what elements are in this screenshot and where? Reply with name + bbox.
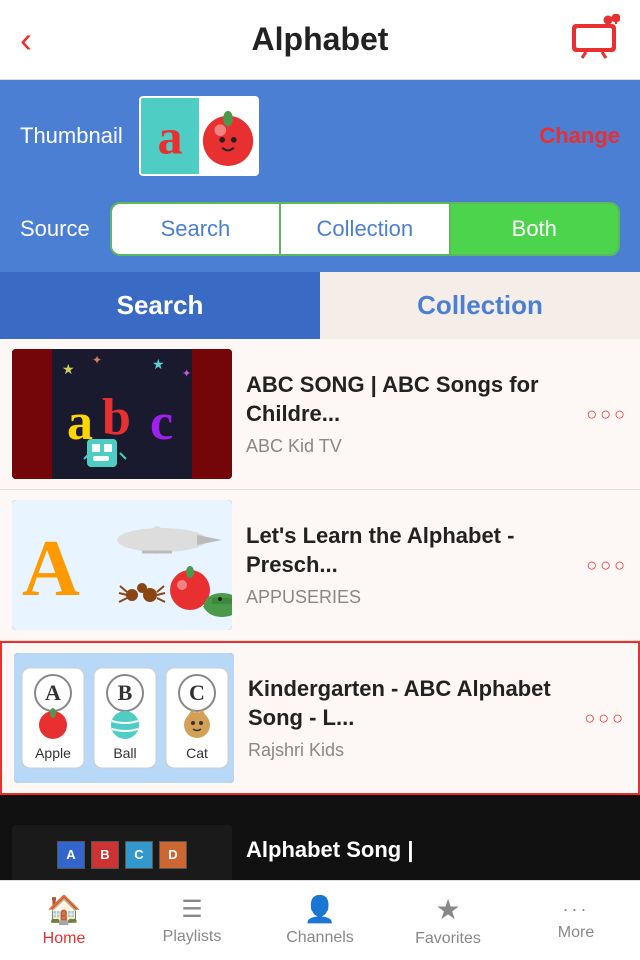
video-info-3: Kindergarten - ABC Alphabet Song - L... …	[248, 675, 570, 761]
video-channel-3: Rajshri Kids	[248, 740, 570, 761]
video-title-2: Let's Learn the Alphabet - Presch...	[246, 522, 572, 579]
svg-text:★: ★	[62, 361, 75, 377]
svg-text:a: a	[157, 108, 182, 164]
video-more-1[interactable]: ○○○	[586, 404, 628, 425]
nav-favorites[interactable]: ★ Favorites	[384, 885, 512, 956]
nav-home-label: Home	[43, 930, 86, 948]
tab-search[interactable]: Search	[0, 272, 320, 339]
svg-text:Apple: Apple	[35, 745, 71, 761]
change-button[interactable]: Change	[539, 123, 620, 149]
source-section: Source Search Collection Both	[0, 192, 640, 272]
video-info-4: Alphabet Song |	[246, 836, 628, 873]
table-row: ★ ✦ ★ ✦ a b c ABC SONG | ABC Songs for C…	[0, 339, 640, 490]
favorites-icon: ★	[435, 893, 460, 926]
nav-home[interactable]: 🏠 Home	[0, 885, 128, 956]
svg-text:Ball: Ball	[113, 745, 136, 761]
home-icon: 🏠	[47, 893, 82, 926]
nav-more-label: More	[558, 924, 594, 942]
source-search-button[interactable]: Search	[112, 204, 281, 254]
thumbnail-section: Thumbnail a Change	[0, 80, 640, 192]
nav-channels[interactable]: 👤 Channels	[256, 886, 384, 955]
nav-playlists[interactable]: ☰ Playlists	[128, 887, 256, 954]
source-collection-button[interactable]: Collection	[281, 204, 450, 254]
video-channel-2: APPUSERIES	[246, 587, 572, 608]
video-thumbnail-3: A Apple B Ball C Cat	[14, 653, 234, 783]
nav-channels-label: Channels	[286, 929, 354, 947]
header: ‹ Alphabet	[0, 0, 640, 80]
more-icon: ···	[563, 899, 590, 920]
source-buttons: Search Collection Both	[110, 202, 620, 256]
video-info-2: Let's Learn the Alphabet - Presch... APP…	[246, 522, 572, 608]
tv-icon[interactable]	[568, 14, 620, 65]
bottom-nav: 🏠 Home ☰ Playlists 👤 Channels ★ Favorite…	[0, 880, 640, 960]
thumbnail-label: Thumbnail	[20, 123, 123, 149]
table-row: A Apple B Ball C Cat	[0, 641, 640, 795]
tabs-section: Search Collection	[0, 272, 640, 339]
nav-playlists-label: Playlists	[163, 928, 222, 946]
page-title: Alphabet	[252, 21, 389, 58]
video-thumbnail-2: A	[12, 500, 232, 630]
video-channel-1: ABC Kid TV	[246, 436, 572, 457]
video-thumbnail-1: ★ ✦ ★ ✦ a b c	[12, 349, 232, 479]
source-label: Source	[20, 216, 90, 242]
svg-text:C: C	[189, 680, 205, 705]
tab-collection[interactable]: Collection	[320, 272, 640, 339]
svg-text:✦: ✦	[182, 368, 191, 380]
svg-text:★: ★	[152, 356, 165, 372]
svg-text:A: A	[45, 680, 61, 705]
svg-text:Cat: Cat	[186, 745, 208, 761]
svg-text:A: A	[22, 525, 80, 613]
thumbnail-image: a	[139, 96, 259, 176]
nav-favorites-label: Favorites	[415, 930, 481, 948]
video-title-4: Alphabet Song |	[246, 836, 628, 865]
playlists-icon: ☰	[181, 895, 203, 924]
video-thumbnail-4: A B C D	[12, 825, 232, 885]
video-list: ★ ✦ ★ ✦ a b c ABC SONG | ABC Songs for C…	[0, 339, 640, 915]
channels-icon: 👤	[304, 894, 336, 925]
back-button[interactable]: ‹	[20, 19, 32, 61]
video-info-1: ABC SONG | ABC Songs for Childre... ABC …	[246, 371, 572, 457]
video-more-3[interactable]: ○○○	[584, 708, 626, 729]
svg-text:B: B	[118, 680, 133, 705]
svg-text:✦: ✦	[92, 353, 102, 367]
source-both-button[interactable]: Both	[451, 204, 618, 254]
video-title-3: Kindergarten - ABC Alphabet Song - L...	[248, 675, 570, 732]
nav-more[interactable]: ··· More	[512, 891, 640, 950]
video-title-1: ABC SONG | ABC Songs for Childre...	[246, 371, 572, 428]
svg-text:b: b	[102, 389, 131, 446]
video-more-2[interactable]: ○○○	[586, 555, 628, 576]
svg-text:c: c	[150, 394, 173, 451]
table-row: A	[0, 490, 640, 641]
